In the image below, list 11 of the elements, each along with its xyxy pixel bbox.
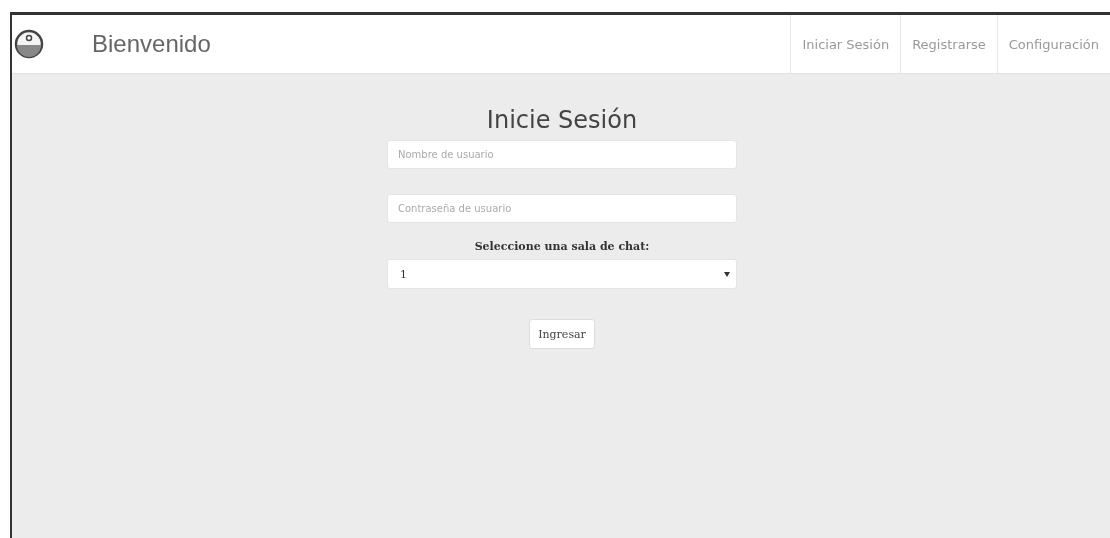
chat-room-select[interactable]: 1	[387, 259, 737, 289]
form-title: Inicie Sesión	[486, 106, 638, 134]
select-label: Seleccione una sala de chat:	[474, 240, 650, 253]
input-field[interactable]: Contraseña de usuario	[387, 194, 737, 223]
input-field[interactable]: Nombre de usuario	[387, 140, 737, 169]
caret-icon	[724, 271, 730, 277]
nav-link[interactable]: Configuración	[996, 15, 1110, 73]
nav-link[interactable]: Registrarse	[900, 15, 997, 73]
submit-button[interactable]: Ingresar	[529, 319, 595, 349]
brand-title: Bienvenido	[92, 30, 211, 58]
nav-link[interactable]: Iniciar Sesión	[790, 15, 901, 73]
